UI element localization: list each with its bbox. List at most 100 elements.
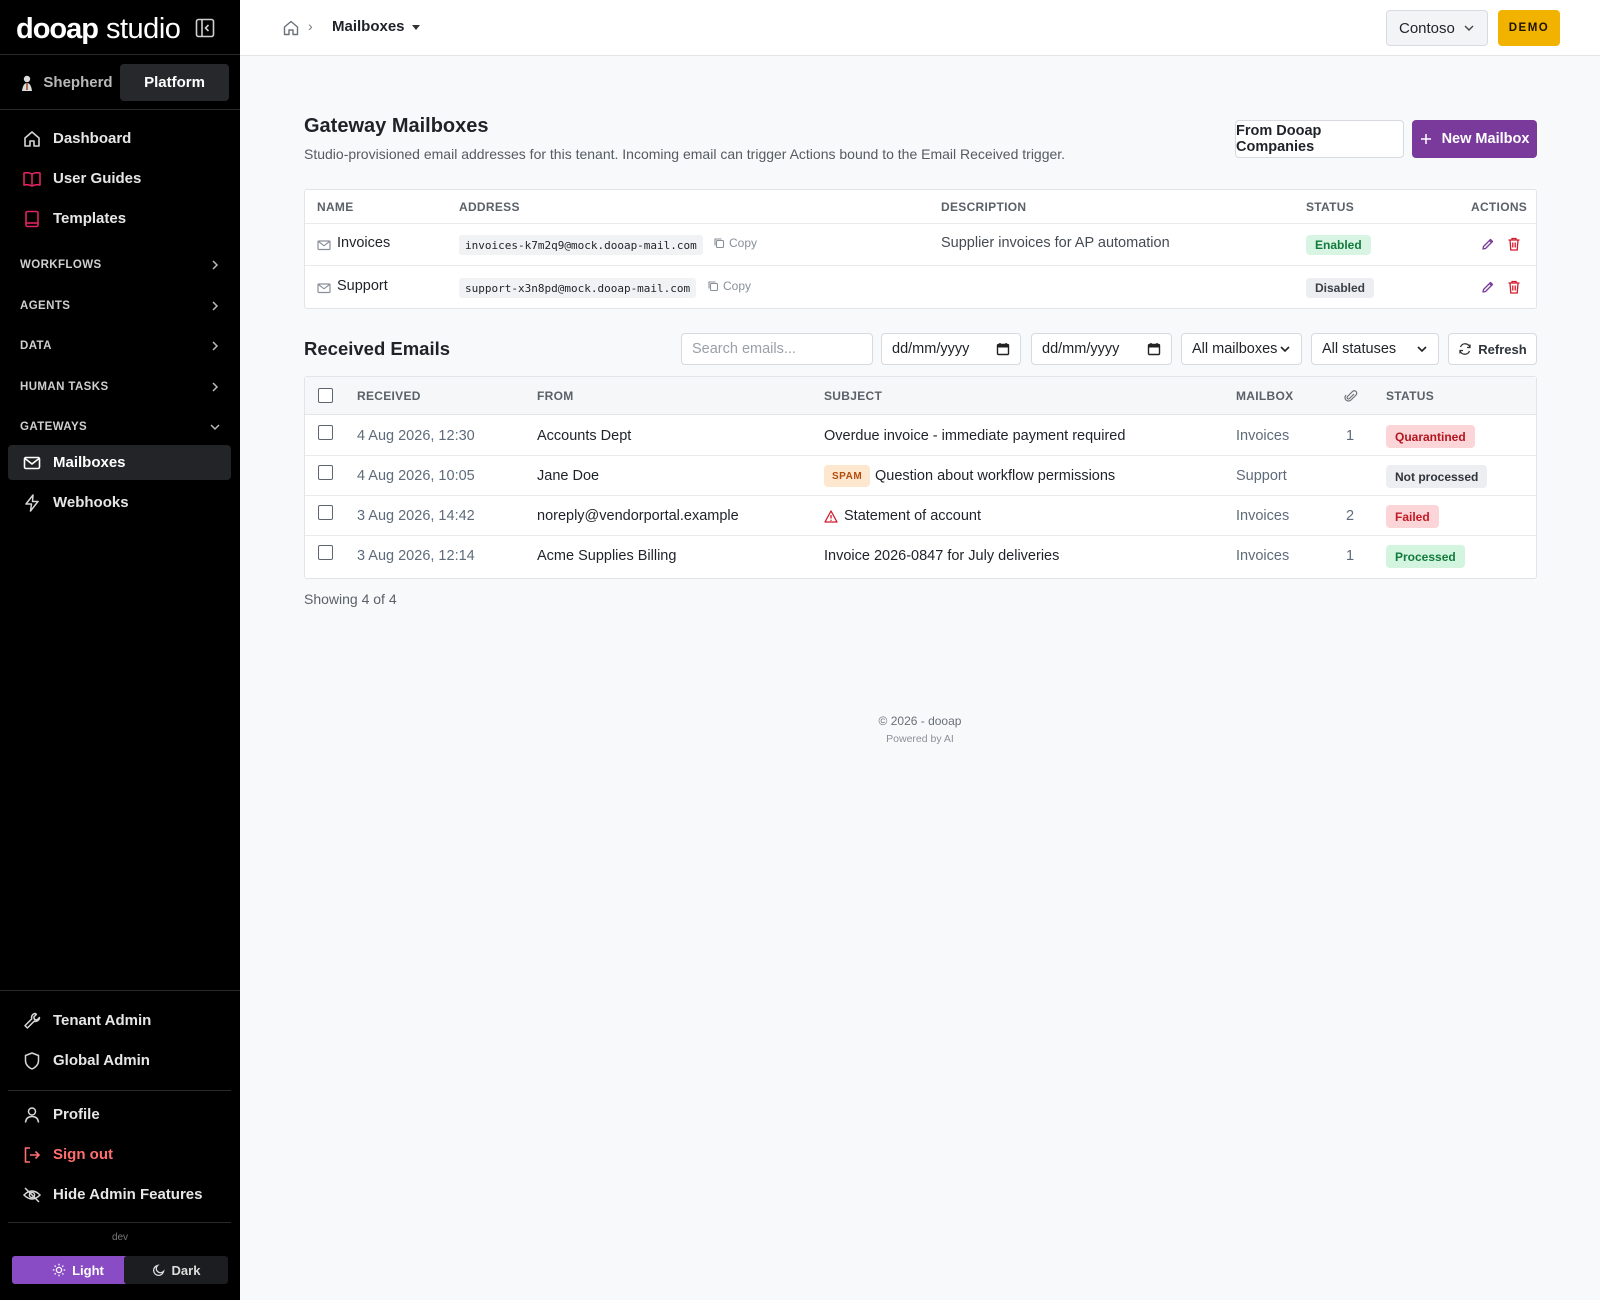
switch-platform[interactable]: Platform [120, 64, 229, 101]
email-received: 4 Aug 2026, 10:05 [357, 468, 475, 484]
row-checkbox[interactable] [318, 425, 333, 440]
column-header-address: ADDRESS [459, 200, 520, 214]
column-header-description: DESCRIPTION [941, 200, 1027, 214]
nav-section-human-tasks[interactable]: HUMAN TASKS [20, 377, 220, 397]
shield-icon [21, 1050, 43, 1072]
column-header-name: NAME [317, 200, 354, 214]
chevron-down-icon [1464, 25, 1474, 31]
search-emails-input[interactable]: Search emails... [681, 333, 873, 365]
email-subject[interactable]: Statement of account [844, 508, 981, 524]
row-divider [305, 265, 1536, 266]
delete-icon[interactable] [1506, 236, 1522, 252]
search-placeholder: Search emails... [692, 341, 796, 357]
refresh-button[interactable]: Refresh [1448, 333, 1537, 365]
date-to-value: dd/mm/yyyy [1042, 341, 1120, 357]
date-to-input[interactable]: dd/mm/yyyy [1031, 333, 1172, 365]
brand-name-light: studio [106, 12, 181, 45]
new-mailbox-button[interactable]: New Mailbox [1412, 120, 1537, 158]
row-checkbox[interactable] [318, 545, 333, 560]
date-from-value: dd/mm/yyyy [892, 341, 970, 357]
table-header: RECEIVED FROM SUBJECT MAILBOX STATUS [305, 377, 1536, 415]
page-title: Gateway Mailboxes [304, 115, 489, 137]
copy-address-button[interactable]: Copy [707, 279, 751, 293]
nav-mailboxes[interactable]: Mailboxes [8, 445, 231, 480]
email-subject[interactable]: Question about workflow permissions [875, 468, 1115, 484]
nav-hide-admin-features[interactable]: Hide Admin Features [8, 1177, 231, 1212]
row-divider [305, 455, 1536, 456]
email-subject[interactable]: Invoice 2026-0847 for July deliveries [824, 548, 1059, 564]
nav-label: Tenant Admin [53, 1012, 152, 1029]
from-dooap-companies-button[interactable]: From Dooap Companies [1235, 120, 1404, 158]
brand-name-bold: dooap [16, 12, 99, 45]
status-badge: Enabled [1306, 235, 1371, 255]
email-from: Acme Supplies Billing [537, 548, 677, 564]
row-checkbox[interactable] [318, 505, 333, 520]
status-badge: Failed [1386, 505, 1439, 528]
switch-shepherd-label: Shepherd [43, 74, 113, 91]
email-from: Jane Doe [537, 468, 600, 484]
status-filter-select[interactable]: All statuses [1311, 333, 1439, 365]
nav-section-data[interactable]: DATA [20, 336, 220, 356]
nav-user-guides[interactable]: User Guides [8, 161, 231, 196]
switch-shepherd[interactable]: Shepherd [12, 64, 120, 101]
chevron-right-icon [212, 301, 219, 311]
delete-icon[interactable] [1506, 279, 1522, 295]
nav-label: Global Admin [53, 1052, 150, 1069]
attachment-icon [1344, 390, 1358, 402]
mailbox-filter-select[interactable]: All mailboxes [1181, 333, 1302, 365]
email-mailbox: Invoices [1236, 548, 1290, 564]
nav-section-gateways[interactable]: GATEWAYS [20, 417, 220, 437]
copy-address-button[interactable]: Copy [713, 236, 757, 250]
sidebar-divider [8, 1090, 231, 1091]
chevron-right-icon [212, 382, 219, 392]
nav-section-workflows[interactable]: WORKFLOWS [20, 255, 220, 275]
spam-tag: SPAM [824, 465, 871, 487]
footer-powered-by: Powered by AI [886, 733, 954, 745]
email-subject[interactable]: Overdue invoice - immediate payment requ… [824, 428, 1125, 444]
date-from-input[interactable]: dd/mm/yyyy [881, 333, 1021, 365]
breadcrumb-home-icon[interactable] [282, 19, 300, 37]
email-from: noreply@vendorportal.example [537, 508, 739, 524]
mailbox-address: invoices-k7m2q9@mock.dooap-mail.com [459, 235, 703, 255]
received-emails-table: RECEIVED FROM SUBJECT MAILBOX STATUS 4 A… [304, 376, 1537, 579]
nav-templates[interactable]: Templates [8, 201, 231, 236]
nav-label: Mailboxes [53, 454, 126, 471]
nav-global-admin[interactable]: Global Admin [8, 1043, 231, 1078]
received-emails-title: Received Emails [304, 338, 451, 359]
nav-dashboard[interactable]: Dashboard [8, 121, 231, 156]
sign-out-icon [21, 1144, 43, 1166]
nav-tenant-admin[interactable]: Tenant Admin [8, 1003, 231, 1038]
theme-dark-button[interactable]: Dark [124, 1256, 228, 1284]
row-divider [305, 223, 1536, 224]
from-dooap-companies-label: From Dooap Companies [1236, 123, 1322, 155]
new-mailbox-label: New Mailbox [1441, 131, 1530, 147]
column-header-status: STATUS [1386, 389, 1435, 403]
row-divider [305, 535, 1536, 536]
sidebar-divider [0, 109, 240, 110]
email-attachment-count: 1 [1346, 548, 1355, 564]
showing-count: Showing 4 of 4 [304, 591, 397, 607]
nav-sign-out[interactable]: Sign out [8, 1137, 231, 1172]
edit-icon[interactable] [1480, 236, 1496, 252]
moon-icon [152, 1264, 165, 1277]
column-header-actions: ACTIONS [1471, 200, 1528, 214]
wrench-icon [21, 1010, 43, 1032]
mail-icon [21, 452, 43, 474]
sidebar: dooap studio Shepherd Platform Dashboard… [0, 0, 240, 1300]
tenant-selector[interactable]: Contoso [1386, 10, 1488, 46]
select-all-checkbox[interactable] [318, 388, 333, 403]
calendar-icon[interactable] [996, 342, 1010, 356]
copy-icon [714, 238, 725, 249]
nav-section-agents[interactable]: AGENTS [20, 296, 220, 316]
breadcrumb-current[interactable]: Mailboxes [332, 18, 405, 35]
edit-icon[interactable] [1480, 279, 1496, 295]
row-checkbox[interactable] [318, 465, 333, 480]
brand-logo[interactable]: dooap studio [16, 12, 181, 46]
sun-icon [52, 1263, 66, 1277]
nav-profile[interactable]: Profile [8, 1097, 231, 1132]
sidebar-collapse-icon[interactable] [194, 17, 216, 39]
status-badge: Not processed [1386, 465, 1488, 488]
caret-down-icon[interactable] [409, 20, 423, 34]
nav-webhooks[interactable]: Webhooks [8, 485, 231, 520]
calendar-icon[interactable] [1147, 342, 1161, 356]
